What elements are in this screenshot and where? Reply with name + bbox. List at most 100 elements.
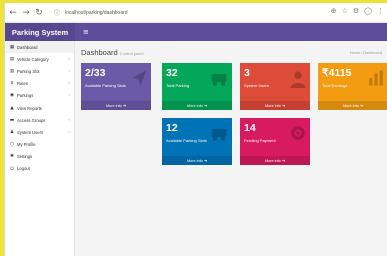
sidebar-item-label: Parking Slot [17,68,40,74]
more-info-label: More info [105,103,122,108]
arrow-circle-icon: ➜ [122,104,127,108]
stat-box-available-slots-2: 12 Available Parking Slots More info ➜ [162,118,232,165]
sidebar-item-view-reports[interactable]: ▲ View Reports [5,102,74,114]
profile-icon[interactable]: ◯ [364,7,372,15]
sidebar-item-label: Vehicle Category [17,56,49,62]
parking-icon: ◉ [10,93,14,99]
sidebar-item-label: Dashboard [17,44,38,50]
car-icon [211,128,227,141]
settings-icon: ✱ [10,154,14,160]
stat-label: Pending Payment [244,138,276,143]
sidebar-item-settings[interactable]: ✱ Settings [5,151,74,163]
more-info-label: More info [264,103,281,108]
more-info-label: More info [186,103,203,108]
menu-icon[interactable]: ⋮ [377,7,384,15]
stat-value: 12 [166,122,178,134]
arrow-circle-icon: ➜ [203,104,208,108]
more-info-label: More info [264,158,281,163]
stat-label: Total Parking [166,83,190,88]
chevron-left-icon: ‹ [68,117,70,123]
sidebar-item-label: Settings [17,154,33,160]
sidebar-item-label: Parkings [17,93,34,99]
sidebar-item-label: View Reports [17,105,42,111]
group-icon: ▬ [9,117,15,123]
more-info-link[interactable]: More info ➜ [318,101,387,110]
sidebar-item-label: Rates [17,81,28,87]
sidebar-item-parking-slot[interactable]: ▥ Parking Slot ‹ [5,65,74,77]
arrow-circle-icon: ➜ [281,159,286,163]
stat-box-total-parking: 32 Total Parking More info ➜ [162,63,232,110]
page-title: Dashboard Control panel [81,48,144,57]
users-icon: ♟ [9,129,15,135]
bookmark-icon[interactable]: ☆ [342,7,348,15]
gear-icon [291,126,305,140]
extension-icon[interactable]: ⚙ [353,7,359,15]
send-icon [131,70,147,86]
sidebar-item-label: My Profile [17,142,36,148]
chevron-left-icon: ‹ [68,68,70,74]
stat-value: ₹4115 [322,67,352,79]
app-header: Parking System ≡ [5,23,387,41]
sidebar-item-access-groups[interactable]: ▬ Access Groups ‹ [5,114,74,126]
more-info-link[interactable]: More info ➜ [162,156,232,165]
sidebar-item-logout[interactable]: ⏻ Logout [5,163,74,175]
hamburger-icon[interactable]: ≡ [83,28,89,36]
stat-value: 2/33 [85,67,106,79]
chevron-left-icon: ‹ [68,81,70,87]
url-text: localhost/parking/dashboard [65,9,128,16]
stat-value: 32 [166,67,178,79]
more-info-link[interactable]: More info ➜ [240,101,310,110]
sidebar-item-vehicle-category[interactable]: ▤ Vehicle Category ‹ [5,53,74,65]
more-info-link[interactable]: More info ➜ [81,101,151,110]
back-arrow-icon[interactable]: ← [8,7,18,19]
user-icon [290,71,306,88]
stat-label: Total Earnings [322,83,348,88]
stat-box-available-slots: 2/33 Available Parking Slots More info ➜ [81,63,151,110]
bar-chart-icon [369,70,383,86]
stat-label: Available Parking Slots [166,138,207,143]
chevron-left-icon: ‹ [68,93,70,99]
page-subtitle: Control panel [119,51,144,56]
zoom-icon[interactable]: ⊕ [331,7,337,15]
stat-value: 3 [244,67,250,79]
more-info-label: More info [342,103,359,108]
more-info-link[interactable]: More info ➜ [240,156,310,165]
reload-icon[interactable]: ↻ [34,7,44,19]
breadcrumb[interactable]: Home › Dashboard [350,51,382,55]
car-icon: ▤ [9,56,15,62]
stat-value: 14 [244,122,256,134]
forward-arrow-icon[interactable]: → [21,7,31,19]
arrow-circle-icon: ➜ [203,159,208,163]
more-info-label: More info [186,158,203,163]
chevron-left-icon: ‹ [68,129,70,135]
browser-toolbar: ← → ↻ ⓘ localhost/parking/dashboard ⊕ ☆ … [5,3,387,23]
stat-label: Available Parking Slots [85,83,126,88]
sidebar-item-system-users[interactable]: ♟ System Users ‹ [5,126,74,138]
sidebar-item-dashboard[interactable]: ▦ Dashboard [5,41,74,54]
chevron-left-icon: ‹ [68,56,70,62]
stat-box-total-earnings: ₹4115 Total Earnings More info ➜ [318,63,387,110]
sidebar-item-label: Logout [17,166,30,172]
arrow-circle-icon: ➜ [281,104,286,108]
car-icon [211,73,227,86]
arrow-circle-icon: ➜ [359,104,364,108]
address-bar[interactable]: ⓘ localhost/parking/dashboard [49,7,319,19]
page-title-text: Dashboard [81,48,118,57]
sidebar-item-my-profile[interactable]: ○ My Profile [5,139,74,151]
app-window: ← → ↻ ⓘ localhost/parking/dashboard ⊕ ☆ … [4,3,387,256]
slot-icon: ▥ [9,68,15,74]
sidebar-item-rates[interactable]: $ Rates ‹ [5,78,74,90]
sidebar-item-label: System Users [17,129,44,135]
sidebar-item-label: Access Groups [17,117,46,123]
sidebar: ▦ Dashboard ▤ Vehicle Category ‹ ▥ Parki… [5,41,75,256]
more-info-link[interactable]: More info ➜ [162,101,232,110]
profile-icon: ○ [10,142,14,148]
brand-logo[interactable]: Parking System [5,23,75,41]
report-icon: ▲ [10,105,14,111]
logout-icon: ⏻ [10,166,14,172]
stat-label: System Users [244,83,269,88]
stat-box-system-users: 3 System Users More info ➜ [240,63,310,110]
main-content: Dashboard Control panel Home › Dashboard … [76,41,387,256]
sidebar-item-parkings[interactable]: ◉ Parkings ‹ [5,90,74,102]
dashboard-icon: ▦ [9,44,15,50]
